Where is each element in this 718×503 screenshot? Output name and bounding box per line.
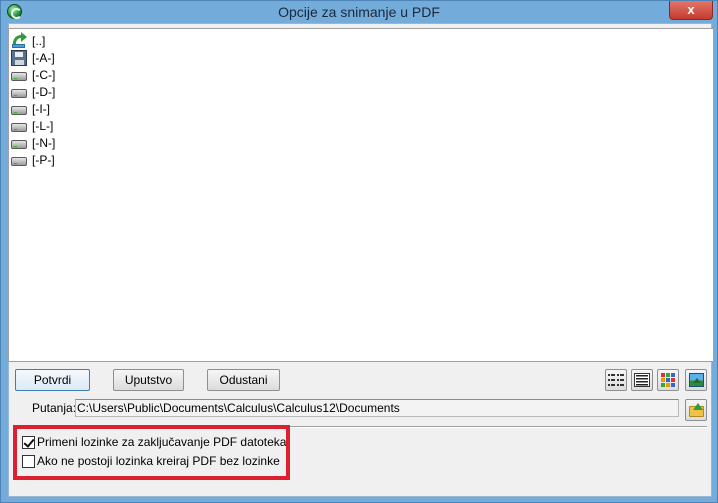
window-title: Opcije za snimanje u PDF (278, 4, 440, 20)
arrow-up-icon (693, 403, 703, 410)
hard-drive-icon (11, 156, 27, 166)
list-item-label: [-P-] (32, 152, 55, 167)
list-item[interactable]: [-L-] (11, 117, 53, 134)
hard-drive-icon (11, 139, 27, 149)
path-input[interactable]: C:\Users\Public\Documents\Calculus\Calcu… (75, 399, 679, 417)
highlight-box (13, 425, 290, 480)
close-icon: x (687, 2, 695, 17)
view-thumbnails-icon (688, 373, 704, 387)
list-item[interactable]: [-A-] (11, 49, 55, 66)
list-item[interactable]: [-I-] (11, 100, 50, 117)
list-item-label: [-C-] (32, 67, 56, 82)
list-item-label: [-I-] (32, 101, 50, 116)
hard-drive-icon (11, 88, 27, 98)
list-item-label: [-N-] (32, 135, 56, 150)
path-label: Putanja: (32, 401, 77, 415)
list-item[interactable]: [-N-] (11, 134, 55, 151)
hard-drive-icon (11, 122, 27, 132)
hard-drive-icon (11, 71, 27, 81)
browse-folder-button[interactable] (685, 399, 707, 421)
list-item-label: [-D-] (32, 84, 56, 99)
title-bar[interactable]: Opcije za snimanje u PDF x (1, 1, 717, 23)
view-icons-icon (661, 373, 675, 387)
cancel-button[interactable]: Odustani (207, 369, 280, 391)
list-item[interactable]: [-C-] (11, 66, 55, 83)
view-details-button[interactable] (631, 369, 653, 391)
file-list[interactable]: [..] [-A-] [-C-] [-D-] [-I-] [-L-] [-N-]… (8, 28, 714, 362)
view-thumbnails-button[interactable] (685, 369, 707, 391)
view-details-icon (634, 373, 650, 387)
help-button[interactable]: Uputstvo (113, 369, 184, 391)
view-icons-button[interactable] (657, 369, 679, 391)
view-list-icon (608, 374, 624, 386)
list-item[interactable]: [-P-] (11, 151, 55, 168)
confirm-button[interactable]: Potvrdi (15, 369, 90, 391)
dialog-client-area: [..] [-A-] [-C-] [-D-] [-I-] [-L-] [-N-]… (8, 23, 714, 497)
view-list-button[interactable] (605, 369, 627, 391)
folder-up-icon (11, 31, 27, 49)
floppy-drive-icon (11, 49, 27, 66)
hard-drive-icon (11, 105, 27, 115)
list-item-label: [-A-] (32, 50, 55, 65)
list-item-label: [-L-] (32, 118, 54, 133)
list-item[interactable]: [-D-] (11, 83, 55, 100)
list-item-label: [..] (32, 33, 46, 48)
close-button[interactable]: x (669, 1, 713, 20)
list-item[interactable]: [..] (11, 31, 46, 49)
dialog-window: Opcije za snimanje u PDF x [..] [-A-] [-… (0, 0, 718, 503)
